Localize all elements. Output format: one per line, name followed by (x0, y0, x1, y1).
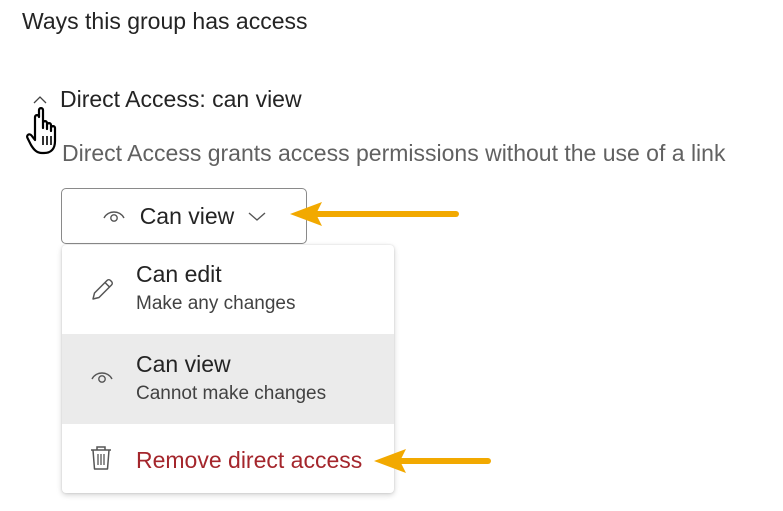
hand-cursor-icon (26, 107, 57, 155)
page-heading: Ways this group has access (22, 8, 308, 34)
menu-item-can-edit[interactable]: Can edit Make any changes (62, 260, 394, 340)
chevron-down-icon (248, 212, 266, 221)
menu-item-subtitle: Cannot make changes (136, 383, 327, 404)
section-description: Direct Access grants access permissions … (62, 140, 726, 166)
menu-item-remove-direct-access[interactable]: Remove direct access (62, 424, 394, 493)
menu-item-title: Can edit (136, 261, 222, 287)
permission-menu: Can edit Make any changes Can view Canno… (62, 245, 394, 493)
pencil-icon (92, 279, 113, 300)
trash-icon (91, 446, 111, 470)
direct-access-section-toggle[interactable]: Direct Access: can view (30, 86, 302, 113)
menu-item-can-view[interactable]: Can view Cannot make changes (62, 334, 394, 424)
menu-item-title: Can view (136, 351, 231, 377)
menu-item-title: Remove direct access (136, 447, 363, 473)
permission-dropdown[interactable]: Can view (61, 188, 307, 244)
annotation-arrow-dropdown (290, 202, 459, 226)
eye-icon (91, 372, 113, 383)
section-title: Direct Access: can view (60, 86, 302, 112)
menu-item-subtitle: Make any changes (136, 293, 296, 314)
annotation-arrow-remove (374, 449, 491, 473)
permission-dropdown-label: Can view (139, 202, 235, 229)
eye-icon (103, 211, 125, 222)
